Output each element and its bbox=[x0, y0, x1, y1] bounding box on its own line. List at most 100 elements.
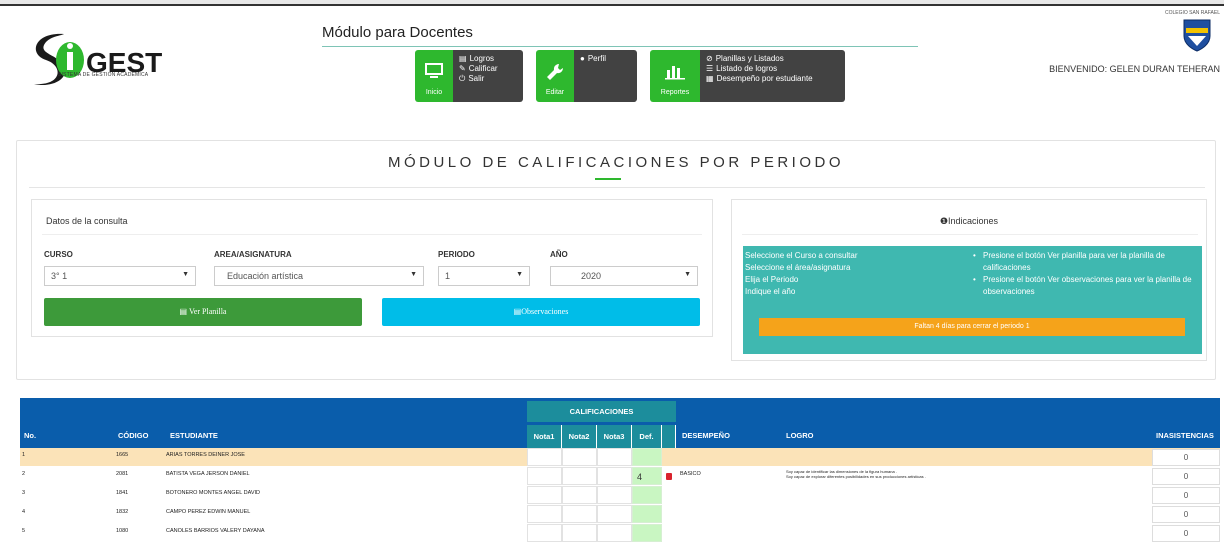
col-nota3: Nota3 bbox=[597, 425, 632, 448]
periodo-label: PERIODO bbox=[438, 250, 475, 259]
sigest-logo: GEST bbox=[24, 26, 214, 92]
nav-group-inicio: Inicio ▤ Logros ✎ Calificar ⏻ Salir bbox=[415, 50, 523, 102]
nota1-input[interactable] bbox=[527, 524, 562, 542]
menu-item-calificar[interactable]: ✎ Calificar bbox=[459, 64, 517, 74]
power-icon: ⏻ bbox=[459, 74, 466, 83]
def-cell bbox=[632, 505, 662, 523]
periodo-select[interactable]: 1 ▼ bbox=[438, 266, 530, 286]
divider bbox=[29, 187, 1205, 188]
col-estudiante: ESTUDIANTE bbox=[170, 431, 218, 440]
bar-chart-icon bbox=[665, 66, 685, 80]
col-spacer bbox=[662, 425, 676, 448]
inasistencias-input[interactable]: 0 bbox=[1152, 506, 1220, 523]
table-row: 4 1832 CAMPO PEREZ EDWIN MANUEL 0 bbox=[20, 505, 1220, 523]
def-cell bbox=[632, 486, 662, 504]
area-label: AREA/ASIGNATURA bbox=[214, 250, 292, 259]
col-def: Def. bbox=[632, 425, 662, 448]
nota2-input[interactable] bbox=[562, 486, 597, 504]
table-row: 3 1841 BOTONERO MONTES ANGEL DAVID 0 bbox=[20, 486, 1220, 504]
menu-item-logros[interactable]: ▤ Logros bbox=[459, 54, 517, 64]
nota3-input[interactable] bbox=[597, 486, 632, 504]
def-cell: 4 bbox=[632, 467, 662, 485]
top-bar bbox=[0, 0, 1224, 6]
desempeno-value: BASICO bbox=[680, 471, 701, 477]
nav-reportes-button[interactable]: Reportes bbox=[650, 50, 700, 102]
nav-group-reportes: Reportes ⊘ Planillas y Listados ☰ Listado … bbox=[650, 50, 845, 102]
module-title: Módulo para Docentes bbox=[322, 24, 473, 41]
indications-right: Presione el botón Ver planilla para ver … bbox=[967, 250, 1199, 298]
query-form: Datos de la consulta CURSO 3° 1 ▼ AREA/AS… bbox=[31, 199, 713, 337]
nota1-input[interactable] bbox=[527, 448, 562, 466]
nav-inicio-menu: ▤ Logros ✎ Calificar ⏻ Salir bbox=[453, 50, 523, 102]
nota3-input[interactable] bbox=[597, 448, 632, 466]
curso-select[interactable]: 3° 1 ▼ bbox=[44, 266, 196, 286]
trash-icon[interactable] bbox=[666, 473, 672, 480]
nota3-input[interactable] bbox=[597, 467, 632, 485]
menu-item-salir[interactable]: ⏻ Salir bbox=[459, 74, 517, 84]
user-icon: ● bbox=[580, 54, 585, 63]
calificaciones-header: CALIFICACIONES bbox=[527, 401, 676, 422]
inasistencias-input[interactable]: 0 bbox=[1152, 487, 1220, 504]
logo-subtitle: SISTEMA DE GESTION ACADEMICA bbox=[58, 72, 149, 78]
info-icon: ❶ bbox=[939, 216, 949, 226]
menu-item-desempeno[interactable]: ▦ Desempeño por estudiante bbox=[706, 74, 839, 84]
table-icon: ▦ bbox=[706, 74, 714, 83]
menu-item-listado-logros[interactable]: ☰ Listado de logros bbox=[706, 64, 839, 74]
anio-select[interactable]: 2020 ▼ bbox=[550, 266, 698, 286]
chevron-down-icon: ▼ bbox=[684, 271, 691, 278]
nota2-input[interactable] bbox=[562, 467, 597, 485]
title-accent bbox=[595, 178, 621, 180]
menu-item-perfil[interactable]: ● Perfil bbox=[580, 54, 631, 64]
col-no: No. bbox=[24, 431, 37, 440]
indications-box: Seleccione el Curso a consultar Seleccio… bbox=[743, 246, 1202, 354]
query-title: Datos de la consulta bbox=[46, 216, 128, 226]
nota3-input[interactable] bbox=[597, 524, 632, 542]
col-desempeno: DESEMPEÑO bbox=[682, 431, 730, 440]
check-circle-icon: ⊘ bbox=[706, 54, 713, 63]
nota2-input[interactable] bbox=[562, 448, 597, 466]
nav-inicio-button[interactable]: Inicio bbox=[415, 50, 453, 102]
divider bbox=[42, 234, 702, 235]
nota3-input[interactable] bbox=[597, 505, 632, 523]
table-icon: ▤ bbox=[179, 307, 188, 316]
nav-group-editar: Editar ● Perfil bbox=[536, 50, 637, 102]
nota1-input[interactable] bbox=[527, 467, 562, 485]
menu-item-planillas[interactable]: ⊘ Planillas y Listados bbox=[706, 54, 839, 64]
anio-label: AÑO bbox=[550, 250, 568, 259]
nota2-input[interactable] bbox=[562, 524, 597, 542]
chevron-down-icon: ▼ bbox=[516, 271, 523, 278]
ver-planilla-button[interactable]: ▤ Ver Planilla bbox=[44, 298, 362, 326]
list-icon: ☰ bbox=[706, 64, 714, 73]
nav-editar-label: Editar bbox=[545, 89, 565, 96]
inasistencias-input[interactable]: 0 bbox=[1152, 525, 1220, 542]
period-alert: Faltan 4 días para cerrar el periodo 1 bbox=[759, 318, 1185, 336]
wrench-icon bbox=[547, 63, 564, 80]
list-icon: ▤ bbox=[459, 54, 467, 63]
nav-editar-button[interactable]: Editar bbox=[536, 50, 574, 102]
def-cell bbox=[632, 448, 662, 466]
col-nota2: Nota2 bbox=[562, 425, 597, 448]
col-codigo: CÓDIGO bbox=[118, 431, 149, 440]
curso-label: CURSO bbox=[44, 250, 73, 259]
nav-editar-menu: ● Perfil bbox=[574, 50, 637, 102]
col-inasistencias: INASISTENCIAS bbox=[1156, 431, 1214, 440]
page-title: MÓDULO DE CALIFICACIONES POR PERIODO bbox=[387, 154, 845, 171]
college-shield-icon bbox=[1183, 19, 1211, 52]
col-logro: LOGRO bbox=[786, 431, 814, 440]
header: GEST SISTEMA DE GESTION ACADEMICA Módulo… bbox=[0, 8, 1224, 108]
college-name: COLEGIO SAN RAFAEL bbox=[1164, 10, 1220, 16]
indications-panel: ❶Indicaciones Seleccione el Curso a cons… bbox=[731, 199, 1207, 361]
nota1-input[interactable] bbox=[527, 486, 562, 504]
nota1-input[interactable] bbox=[527, 505, 562, 523]
nota2-input[interactable] bbox=[562, 505, 597, 523]
chevron-down-icon: ▼ bbox=[182, 271, 189, 278]
nav-reportes-menu: ⊘ Planillas y Listados ☰ Listado de logros… bbox=[700, 50, 845, 102]
area-select[interactable]: Educación artística ▼ bbox=[214, 266, 424, 286]
table-row: 2 2081 BATISTA VEGA JERSON DANIEL 4 BASI… bbox=[20, 467, 1220, 485]
table-row: 5 1080 CANOLES BARRIOS VALERY DAYANA 0 bbox=[20, 524, 1220, 542]
inasistencias-input[interactable]: 0 bbox=[1152, 449, 1220, 466]
edit-icon: ✎ bbox=[459, 64, 466, 73]
divider bbox=[322, 46, 918, 47]
observaciones-button[interactable]: ▤Observaciones bbox=[382, 298, 700, 326]
inasistencias-input[interactable]: 0 bbox=[1152, 468, 1220, 485]
